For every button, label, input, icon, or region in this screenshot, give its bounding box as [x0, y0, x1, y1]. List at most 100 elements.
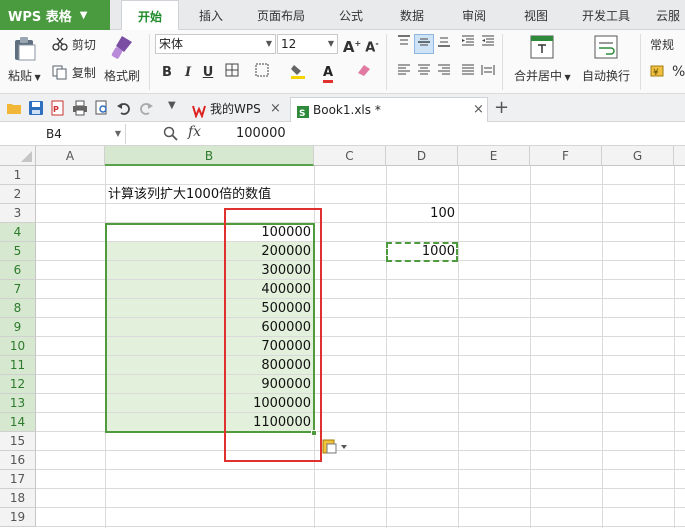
cell-b10[interactable]: 700000: [105, 337, 314, 356]
formula-input[interactable]: 100000: [236, 126, 286, 141]
row-header-2[interactable]: 2: [0, 185, 36, 204]
export-pdf-icon[interactable]: P: [50, 100, 66, 116]
justify-icon[interactable]: [458, 63, 478, 83]
format-painter-button[interactable]: 格式刷: [104, 67, 140, 84]
row-header-6[interactable]: 6: [0, 261, 36, 280]
cut-button[interactable]: 剪切: [52, 36, 96, 54]
row-header-5[interactable]: 5: [0, 242, 36, 261]
app-menu-button[interactable]: WPS 表格 ▼: [0, 0, 110, 30]
select-all-corner[interactable]: [0, 146, 36, 166]
align-bottom-icon[interactable]: [434, 34, 454, 54]
cell-b8[interactable]: 500000: [105, 299, 314, 318]
bold-button[interactable]: B: [157, 63, 177, 83]
row-header-16[interactable]: 16: [0, 451, 36, 470]
column-header-g[interactable]: G: [602, 146, 674, 166]
align-center-icon[interactable]: [414, 63, 434, 83]
row-header-11[interactable]: 11: [0, 356, 36, 375]
column-header-h[interactable]: [674, 146, 685, 166]
number-format-select[interactable]: 常规: [650, 36, 674, 53]
customize-quick-access-icon[interactable]: ▼: [168, 100, 184, 116]
fill-color-icon[interactable]: [288, 63, 308, 83]
tab-formulas[interactable]: 公式: [339, 0, 363, 30]
tab-view[interactable]: 视图: [524, 0, 548, 30]
copy-button[interactable]: 复制: [52, 64, 96, 83]
tab-page-layout[interactable]: 页面布局: [257, 0, 305, 30]
cell-d5[interactable]: 1000: [386, 242, 458, 261]
increase-font-size-icon[interactable]: A+: [342, 34, 362, 56]
new-tab-icon[interactable]: +: [494, 97, 509, 122]
brush-icon[interactable]: [110, 34, 136, 65]
font-name-select[interactable]: 宋体 ▼: [155, 34, 276, 54]
row-header-13[interactable]: 13: [0, 394, 36, 413]
row-header-9[interactable]: 9: [0, 318, 36, 337]
column-header-e[interactable]: E: [458, 146, 530, 166]
column-header-c[interactable]: C: [314, 146, 386, 166]
cell-b13[interactable]: 1000000: [105, 394, 314, 413]
border-icon[interactable]: [222, 63, 242, 83]
underline-button[interactable]: U: [198, 63, 218, 83]
row-header-15[interactable]: 15: [0, 432, 36, 451]
cell-b14[interactable]: 1100000: [105, 413, 314, 432]
italic-button[interactable]: I: [178, 63, 198, 83]
tab-insert[interactable]: 插入: [199, 0, 223, 30]
paste-icon[interactable]: [12, 36, 38, 65]
row-header-7[interactable]: 7: [0, 280, 36, 299]
print-preview-icon[interactable]: [94, 100, 110, 116]
align-left-icon[interactable]: [394, 63, 414, 83]
insert-function-icon[interactable]: fx: [188, 124, 201, 140]
cell-b5[interactable]: 200000: [105, 242, 314, 261]
wrap-text-icon[interactable]: [594, 35, 618, 62]
cell-b4[interactable]: 100000: [105, 223, 314, 242]
paste-button[interactable]: 粘贴 ▼: [8, 67, 41, 84]
tab-my-wps[interactable]: 我的WPS ×: [186, 97, 286, 122]
merge-cells-icon[interactable]: [530, 35, 554, 62]
cell-b9[interactable]: 600000: [105, 318, 314, 337]
row-header-19[interactable]: 19: [0, 508, 36, 527]
name-box[interactable]: B4 ▼: [0, 124, 126, 144]
fill-pattern-icon[interactable]: [252, 63, 272, 83]
merge-center-button[interactable]: 合并居中 ▼: [514, 67, 571, 84]
undo-icon[interactable]: [116, 100, 132, 116]
currency-format-icon[interactable]: ¥: [650, 64, 670, 81]
row-header-3[interactable]: 3: [0, 204, 36, 223]
cell-b6[interactable]: 300000: [105, 261, 314, 280]
column-header-d[interactable]: D: [386, 146, 458, 166]
decrease-font-size-icon[interactable]: A-: [362, 34, 382, 55]
cell-d3[interactable]: 100: [386, 204, 458, 223]
row-header-4[interactable]: 4: [0, 223, 36, 242]
align-right-icon[interactable]: [434, 63, 454, 83]
wrap-text-button[interactable]: 自动换行: [582, 67, 630, 84]
column-header-f[interactable]: F: [530, 146, 602, 166]
font-color-icon[interactable]: A: [318, 63, 338, 83]
folder-icon[interactable]: [6, 100, 22, 116]
align-top-icon[interactable]: [394, 34, 414, 54]
indent-increase-icon[interactable]: [478, 34, 498, 54]
row-header-10[interactable]: 10: [0, 337, 36, 356]
redo-icon[interactable]: [138, 100, 154, 116]
zoom-icon[interactable]: [163, 126, 178, 144]
close-icon[interactable]: ×: [473, 98, 484, 122]
percent-format-icon[interactable]: %: [672, 64, 685, 80]
cell-b11[interactable]: 800000: [105, 356, 314, 375]
align-middle-icon[interactable]: [414, 34, 434, 54]
distributed-icon[interactable]: [478, 63, 498, 83]
tab-cloud[interactable]: 云服务: [656, 0, 685, 55]
row-header-8[interactable]: 8: [0, 299, 36, 318]
tab-review[interactable]: 审阅: [462, 0, 486, 30]
column-header-b[interactable]: B: [105, 146, 314, 166]
tab-home[interactable]: 开始: [121, 0, 179, 31]
save-icon[interactable]: [28, 100, 44, 116]
close-icon[interactable]: ×: [270, 97, 281, 121]
tab-book1[interactable]: S Book1.xls * ×: [290, 97, 488, 122]
cell-b12[interactable]: 900000: [105, 375, 314, 394]
indent-decrease-icon[interactable]: [458, 34, 478, 54]
row-header-17[interactable]: 17: [0, 470, 36, 489]
row-header-14[interactable]: 14: [0, 413, 36, 432]
print-icon[interactable]: [72, 100, 88, 116]
tab-developer[interactable]: 开发工具: [582, 0, 630, 30]
font-size-select[interactable]: 12 ▼: [277, 34, 338, 54]
cell-b7[interactable]: 400000: [105, 280, 314, 299]
clear-format-icon[interactable]: [354, 63, 374, 83]
row-header-12[interactable]: 12: [0, 375, 36, 394]
row-header-1[interactable]: 1: [0, 166, 36, 185]
